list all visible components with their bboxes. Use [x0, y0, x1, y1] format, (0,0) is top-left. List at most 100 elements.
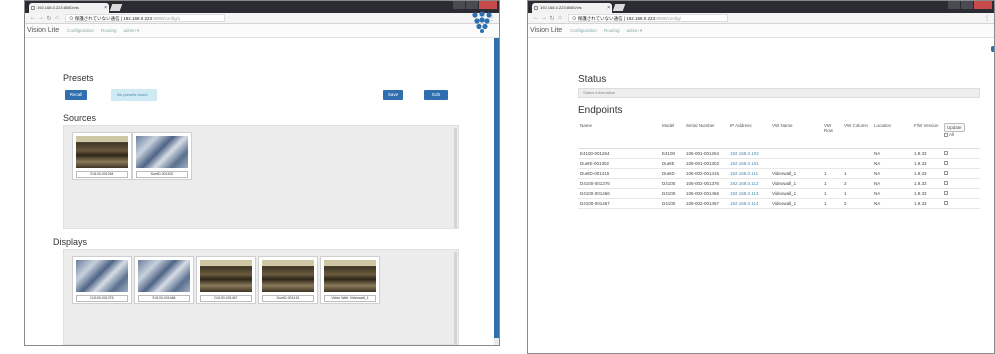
cell-ip[interactable]: 192.168.0.113	[728, 188, 770, 199]
video-thumbnail	[76, 136, 128, 168]
back-icon[interactable]: ←	[532, 15, 540, 22]
video-thumbnail	[200, 260, 252, 292]
cell-vw-col	[842, 148, 872, 159]
table-row: E4100-001264 E4100 106-001-001264 192.168.0…	[578, 148, 980, 159]
update-checkbox[interactable]	[944, 151, 948, 156]
nav-admin-dropdown[interactable]: admin ▾	[626, 28, 642, 34]
page-scrollbar[interactable]	[494, 38, 499, 345]
app-brand[interactable]: Vision Lite	[530, 27, 562, 34]
app-brand[interactable]: Vision Lite	[27, 27, 59, 34]
cell-vw-col: 2	[842, 178, 872, 189]
update-checkbox[interactable]	[944, 191, 948, 196]
nav-routing[interactable]: Routing	[101, 28, 117, 33]
cell-ip[interactable]: 192.168.0.112	[728, 178, 770, 189]
cell-fw: 1.9.33	[912, 188, 942, 199]
home-icon[interactable]: ⌂	[53, 15, 61, 22]
maximize-button[interactable]	[466, 1, 478, 9]
cell-ip[interactable]: 192.168.0.101	[728, 158, 770, 169]
cell-ip[interactable]: 192.168.0.114	[728, 198, 770, 209]
cell-serial: 106-001-001264	[684, 148, 728, 159]
col-vw-row[interactable]: VW Row	[822, 121, 842, 149]
edit-button[interactable]: Edit	[424, 90, 448, 100]
close-window-button[interactable]	[974, 1, 992, 9]
cell-serial: 106-002-001376	[684, 178, 728, 189]
cell-serial: 106-001-001302	[684, 158, 728, 169]
cell-update	[942, 148, 980, 159]
tile-label: D4100-001467	[200, 295, 252, 302]
cell-fw: 1.9.33	[912, 158, 942, 169]
cell-ip[interactable]: 192.168.0.102	[728, 148, 770, 159]
forward-icon[interactable]: →	[37, 15, 45, 22]
endpoint-tile[interactable]: E4100-001466	[134, 256, 194, 304]
col-location[interactable]: Location	[872, 121, 912, 149]
col-model[interactable]: Model	[660, 121, 684, 149]
col-vw-name[interactable]: VW Name	[770, 121, 822, 149]
displays-title: Displays	[53, 237, 88, 247]
close-tab-icon[interactable]: ×	[104, 3, 107, 13]
endpoint-tile[interactable]: E4100-001264	[72, 132, 132, 180]
tile-label: DuetD-001415	[262, 295, 314, 302]
reload-icon[interactable]: ↻	[548, 15, 556, 22]
nav-admin-dropdown[interactable]: admin ▾	[123, 28, 139, 34]
nav-routing[interactable]: Routing	[604, 28, 620, 33]
cell-ip[interactable]: 192.168.0.111	[728, 168, 770, 179]
save-button[interactable]: Save	[383, 90, 403, 100]
cell-location: NA	[872, 168, 912, 179]
update-checkbox[interactable]	[944, 201, 948, 206]
new-tab-button[interactable]	[612, 4, 626, 11]
endpoint-tile[interactable]: Video Wall: Videowall_1	[320, 256, 380, 304]
tile-label: E4100-001264	[76, 171, 128, 178]
home-icon[interactable]: ⌂	[556, 15, 564, 22]
col-name[interactable]: Name	[578, 121, 660, 149]
minimize-button[interactable]	[948, 1, 960, 9]
update-checkbox[interactable]	[944, 181, 948, 186]
update-button[interactable]: Update	[944, 123, 965, 132]
browser-tab[interactable]: 192.168.0.223:8080/vis ×	[532, 3, 612, 13]
update-checkbox[interactable]	[944, 171, 948, 176]
table-row: D4100-001467 D4100 106-002-001467 192.168.0…	[578, 198, 980, 209]
forward-icon[interactable]: →	[540, 15, 548, 22]
video-thumbnail	[324, 260, 376, 292]
cell-name: DuetD-001415	[578, 168, 660, 179]
panel-scrollbar[interactable]	[454, 128, 457, 228]
nav-configuration[interactable]: Configuration	[67, 28, 94, 33]
url-field[interactable]: ⊙ 保護されていない通信 | 192.168.0.223:8080/config…	[65, 14, 225, 22]
endpoint-tile[interactable]: D4100-001467	[196, 256, 256, 304]
maximize-button[interactable]	[961, 1, 973, 9]
cell-vw-name: Videowall_1	[770, 198, 822, 209]
tile-label: E4100-001466	[138, 295, 190, 302]
nav-configuration[interactable]: Configuration	[570, 28, 597, 33]
cell-update	[942, 198, 980, 209]
endpoint-tile[interactable]: D4100-001376	[72, 256, 132, 304]
cell-model: D4100	[660, 178, 684, 189]
browser-menu-icon[interactable]: ⋮	[984, 15, 990, 22]
col-serial[interactable]: Serial Number	[684, 121, 728, 149]
new-tab-button[interactable]	[109, 4, 123, 11]
update-checkbox[interactable]	[944, 161, 948, 166]
sources-title: Sources	[63, 113, 97, 123]
video-thumbnail	[136, 136, 188, 168]
cell-update	[942, 178, 980, 189]
col-vw-column[interactable]: VW Column	[842, 121, 872, 149]
video-thumbnail	[76, 260, 128, 292]
col-fw-version[interactable]: F/W Version	[912, 121, 942, 149]
recall-button[interactable]: Recall	[65, 90, 87, 100]
reload-icon[interactable]: ↻	[45, 15, 53, 22]
panel-scrollbar[interactable]	[454, 252, 457, 344]
endpoints-title: Endpoints	[578, 105, 623, 116]
url-path: :8080/config/	[655, 16, 681, 21]
endpoint-tile[interactable]: DuetD-001415	[258, 256, 318, 304]
close-tab-icon[interactable]: ×	[607, 3, 610, 13]
select-all-checkbox[interactable]	[944, 132, 948, 137]
endpoint-tile[interactable]: DuetD-001302	[132, 132, 192, 180]
tab-title: 192.168.0.223:8080/vis	[37, 5, 79, 10]
browser-tab[interactable]: 192.168.0.223:8080/vis ×	[29, 3, 109, 13]
brand-logo-icon	[472, 11, 492, 33]
close-window-button[interactable]	[479, 1, 497, 9]
page-scrollbar-thumb[interactable]	[494, 38, 499, 338]
cell-model: D4100	[660, 198, 684, 209]
minimize-button[interactable]	[453, 1, 465, 9]
back-icon[interactable]: ←	[29, 15, 37, 22]
url-field[interactable]: ⊙ 保護されていない通信 | 192.168.0.223:8080/config…	[568, 14, 728, 22]
col-ip[interactable]: IP Address	[728, 121, 770, 149]
